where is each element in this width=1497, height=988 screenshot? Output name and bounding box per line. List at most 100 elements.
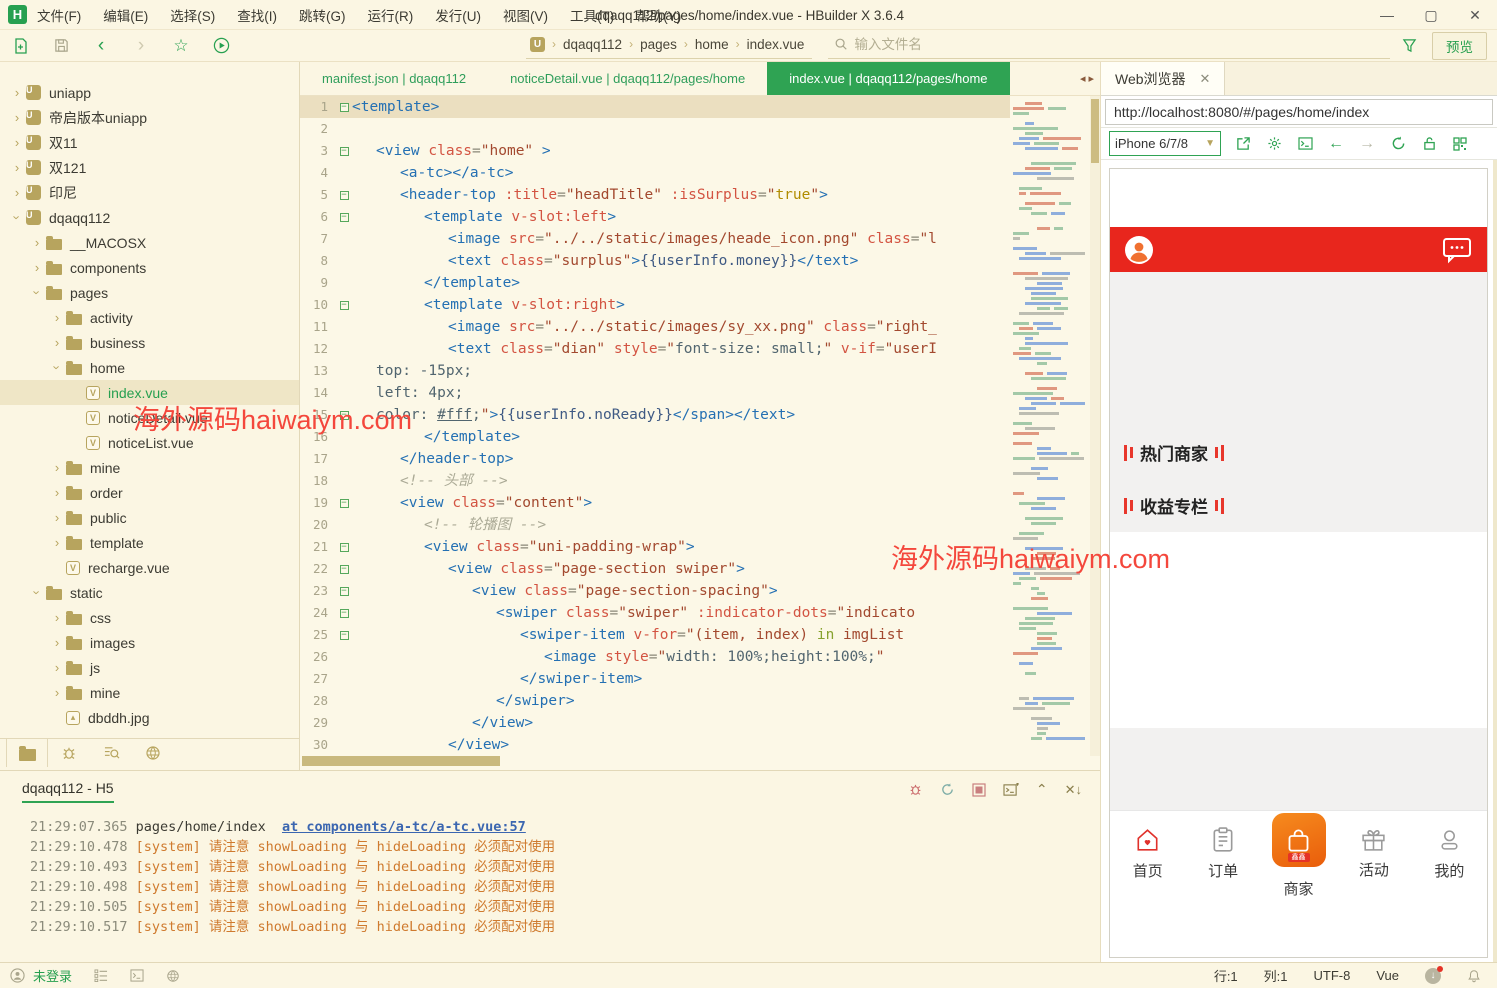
code-line-13[interactable]: 13top: -15px;: [300, 360, 1010, 382]
code-line-10[interactable]: 10−<template v-slot:right>: [300, 294, 1010, 316]
chevron-icon[interactable]: ›: [50, 359, 65, 377]
code-line-8[interactable]: 8<text class="surplus">{{userInfo.money}…: [300, 250, 1010, 272]
update-icon[interactable]: ↓: [1425, 968, 1441, 984]
debug-tab[interactable]: [48, 738, 90, 767]
tree-item-帝启版本uniapp[interactable]: ›U帝启版本uniapp: [0, 105, 299, 130]
console-tab[interactable]: dqaqq112 - H5: [22, 780, 114, 803]
chevron-icon[interactable]: ›: [48, 660, 66, 675]
code-line-3[interactable]: 3−<view class="home" >: [300, 140, 1010, 162]
editor-tab-1[interactable]: noticeDetail.vue | dqaqq112/pages/home: [488, 62, 767, 95]
fold-icon[interactable]: −: [340, 565, 349, 574]
tree-item-activity[interactable]: ›activity: [0, 305, 299, 330]
chevron-icon[interactable]: ›: [48, 610, 66, 625]
chevron-icon[interactable]: ›: [8, 160, 26, 175]
tree-item-recharge.vue[interactable]: Vrecharge.vue: [0, 555, 299, 580]
bookmark-star-icon[interactable]: ☆: [168, 35, 194, 57]
search-tab[interactable]: [90, 738, 132, 767]
browser-tab-close-icon[interactable]: ✕: [1200, 71, 1211, 87]
terminal-icon[interactable]: [130, 969, 144, 982]
code-line-25[interactable]: 25−<swiper-item v-for="(item, index) in …: [300, 624, 1010, 646]
url-bar[interactable]: http://localhost:8080/#/pages/home/index: [1105, 99, 1493, 125]
avatar-icon[interactable]: [1124, 235, 1154, 265]
fold-icon[interactable]: −: [340, 191, 349, 200]
tree-item-components[interactable]: ›components: [0, 255, 299, 280]
collapse-panel-icon[interactable]: ⌃: [1036, 781, 1048, 798]
chevron-icon[interactable]: ›: [8, 135, 26, 150]
nav-forward-icon[interactable]: →: [1358, 135, 1376, 153]
open-external-icon[interactable]: [1234, 135, 1252, 153]
encoding[interactable]: UTF-8: [1314, 968, 1351, 983]
tree-item-uniapp[interactable]: ›Uuniapp: [0, 80, 299, 105]
maximize-button[interactable]: ▢: [1409, 0, 1453, 30]
nav-back-icon[interactable]: ←: [1327, 135, 1345, 153]
run-icon[interactable]: [208, 35, 234, 57]
breadcrumb[interactable]: U›dqaqq112›pages›home›index.vue: [526, 33, 812, 59]
menu-item-5[interactable]: 运行(R): [368, 5, 414, 25]
code-line-24[interactable]: 24−<swiper class="swiper" :indicator-dot…: [300, 602, 1010, 624]
chevron-icon[interactable]: ›: [48, 685, 66, 700]
new-terminal-icon[interactable]: [1003, 783, 1019, 797]
chevron-icon[interactable]: ›: [8, 110, 26, 125]
new-file-icon[interactable]: [8, 35, 34, 57]
tab-scroll-left-icon[interactable]: ◂: [1080, 72, 1086, 85]
files-tab[interactable]: [6, 738, 48, 767]
menu-item-4[interactable]: 跳转(G): [299, 5, 346, 25]
console-link[interactable]: at components/a-tc/a-tc.vue:57: [282, 819, 526, 835]
console-terminal-icon[interactable]: [1296, 135, 1314, 153]
fold-icon[interactable]: −: [340, 213, 349, 222]
chevron-icon[interactable]: ›: [28, 235, 46, 250]
menu-item-7[interactable]: 视图(V): [503, 5, 548, 25]
chevron-icon[interactable]: ›: [48, 460, 66, 475]
chevron-icon[interactable]: ›: [8, 85, 26, 100]
code-line-6[interactable]: 6−<template v-slot:left>: [300, 206, 1010, 228]
fold-icon[interactable]: −: [340, 499, 349, 508]
tree-item-dbddh.jpg[interactable]: ▴dbddh.jpg: [0, 705, 299, 730]
tab-scroll-right-icon[interactable]: ▸: [1088, 72, 1094, 85]
breadcrumb-item[interactable]: home: [695, 37, 729, 52]
editor-tab-0[interactable]: manifest.json | dqaqq112: [300, 62, 488, 95]
device-select[interactable]: iPhone 6/7/8 ▼: [1109, 131, 1221, 156]
tree-item-pages[interactable]: ›pages: [0, 280, 299, 305]
file-search-input[interactable]: [854, 37, 1384, 52]
chevron-icon[interactable]: ›: [48, 310, 66, 325]
code-line-28[interactable]: 28</swiper>: [300, 690, 1010, 712]
debug-bug-icon[interactable]: [908, 782, 923, 797]
code-line-23[interactable]: 23−<view class="page-section-spacing">: [300, 580, 1010, 602]
back-icon[interactable]: ‹: [88, 35, 114, 57]
fold-icon[interactable]: −: [340, 301, 349, 310]
code-line-9[interactable]: 9</template>: [300, 272, 1010, 294]
tree-item-js[interactable]: ›js: [0, 655, 299, 680]
chevron-icon[interactable]: ›: [48, 510, 66, 525]
tree-item-images[interactable]: ›images: [0, 630, 299, 655]
settings-gear-icon[interactable]: [1265, 135, 1283, 153]
tabbar-item-首页[interactable]: 首页: [1110, 811, 1185, 900]
breadcrumb-item[interactable]: index.vue: [747, 37, 805, 52]
tree-item-static[interactable]: ›static: [0, 580, 299, 605]
merchant-center-button[interactable]: 鑫鑫: [1272, 813, 1326, 867]
login-status[interactable]: 未登录: [33, 966, 72, 985]
clear-console-icon[interactable]: ✕↓: [1065, 782, 1082, 798]
fold-icon[interactable]: −: [340, 103, 349, 112]
code-line-27[interactable]: 27</swiper-item>: [300, 668, 1010, 690]
code-line-19[interactable]: 19−<view class="content">: [300, 492, 1010, 514]
chevron-icon[interactable]: ›: [48, 635, 66, 650]
editor-tab-2[interactable]: index.vue | dqaqq112/pages/home: [767, 62, 1009, 95]
chevron-icon[interactable]: ›: [30, 584, 45, 602]
globe-icon[interactable]: [166, 969, 180, 983]
tree-item-印尼[interactable]: ›U印尼: [0, 180, 299, 205]
code-line-17[interactable]: 17</header-top>: [300, 448, 1010, 470]
code-line-26[interactable]: 26<image style="width: 100%;height:100%;…: [300, 646, 1010, 668]
code-line-2[interactable]: 2: [300, 118, 1010, 140]
notification-bell-icon[interactable]: [1467, 969, 1481, 983]
tree-item-css[interactable]: ›css: [0, 605, 299, 630]
tree-item-order[interactable]: ›order: [0, 480, 299, 505]
tree-item-public[interactable]: ›public: [0, 505, 299, 530]
cursor-col[interactable]: 列:1: [1264, 966, 1288, 985]
code-line-30[interactable]: 30</view>: [300, 734, 1010, 756]
tree-item-business[interactable]: ›business: [0, 330, 299, 355]
tree-item-双11[interactable]: ›U双11: [0, 130, 299, 155]
tabbar-item-订单[interactable]: 订单: [1185, 811, 1260, 900]
editor-vscrollbar[interactable]: [1090, 96, 1100, 756]
refresh-icon[interactable]: [1389, 135, 1407, 153]
menu-item-1[interactable]: 编辑(E): [103, 5, 148, 25]
